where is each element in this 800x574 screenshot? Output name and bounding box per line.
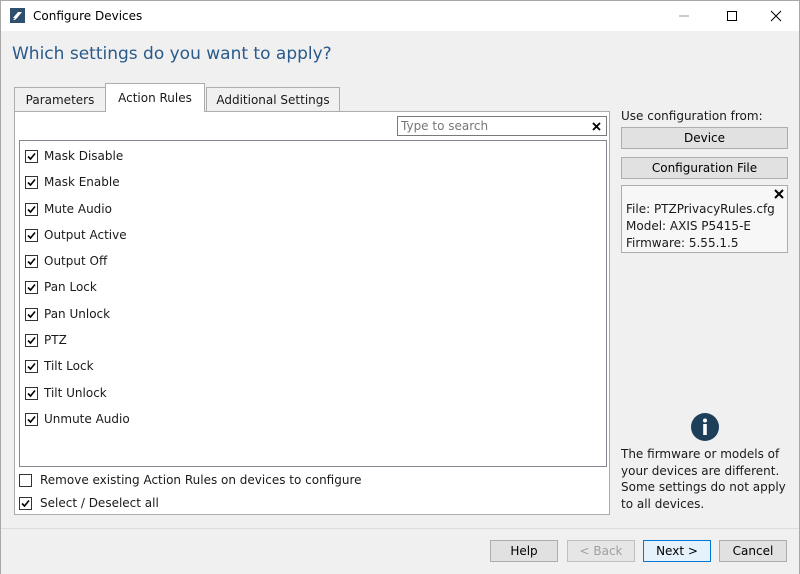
next-button[interactable]: Next > bbox=[643, 540, 711, 562]
list-item-label: Mute Audio bbox=[44, 202, 112, 216]
checkbox[interactable] bbox=[25, 254, 38, 268]
checkmark-icon bbox=[27, 205, 36, 213]
cancel-button[interactable]: Cancel bbox=[719, 540, 787, 562]
checkbox[interactable] bbox=[25, 228, 38, 242]
list-item-label: Mask Enable bbox=[44, 175, 120, 189]
checkmark-icon bbox=[21, 499, 30, 507]
checkbox[interactable] bbox=[25, 280, 38, 294]
list-item-label: Output Off bbox=[44, 254, 108, 268]
minimize-icon bbox=[679, 15, 689, 17]
checkmark-icon bbox=[27, 178, 36, 186]
minimize-button[interactable] bbox=[661, 1, 707, 31]
device-button-label: Device bbox=[683, 131, 726, 145]
checkmark-icon bbox=[27, 415, 36, 423]
list-item[interactable]: Tilt Lock bbox=[25, 356, 94, 376]
action-rules-list[interactable]: Mask Disable Mask Enable Mute Audio Outp… bbox=[19, 140, 607, 467]
checkmark-icon bbox=[27, 257, 36, 265]
cancel-button-label: Cancel bbox=[732, 544, 774, 558]
configuration-file-button[interactable]: Configuration File bbox=[621, 157, 788, 179]
list-item[interactable]: Output Off bbox=[25, 251, 107, 271]
model-name: Model: AXIS P5415-E bbox=[626, 219, 751, 233]
list-item[interactable]: Tilt Unlock bbox=[25, 383, 107, 403]
checkbox[interactable] bbox=[25, 202, 38, 216]
maximize-button[interactable] bbox=[709, 1, 755, 31]
list-item-label: Pan Unlock bbox=[44, 307, 111, 321]
action-rules-panel: Mask Disable Mask Enable Mute Audio Outp… bbox=[14, 111, 610, 515]
list-item[interactable]: Pan Unlock bbox=[25, 304, 110, 324]
list-item[interactable]: Mask Enable bbox=[25, 172, 120, 192]
list-item[interactable]: Pan Lock bbox=[25, 277, 97, 297]
maximize-icon bbox=[727, 11, 737, 21]
checkbox[interactable] bbox=[25, 333, 38, 347]
info-icon bbox=[691, 413, 719, 441]
use-config-label: Use configuration from: bbox=[621, 109, 763, 123]
select-all-label: Select / Deselect all bbox=[40, 496, 159, 510]
list-item-label: Output Active bbox=[44, 228, 127, 242]
list-item[interactable]: PTZ bbox=[25, 330, 67, 350]
checkbox[interactable] bbox=[25, 149, 38, 163]
tab-parameters[interactable]: Parameters bbox=[14, 87, 106, 111]
configure-devices-window: Configure Devices Which settings do you … bbox=[0, 0, 800, 574]
list-item-label: Tilt Unlock bbox=[44, 386, 107, 400]
checkbox[interactable] bbox=[25, 359, 38, 373]
close-icon[interactable] bbox=[773, 188, 785, 200]
list-item[interactable]: Unmute Audio bbox=[25, 409, 130, 429]
file-info-box: File: PTZPrivacyRules.cfg Model: AXIS P5… bbox=[621, 185, 788, 253]
help-button-label: Help bbox=[510, 544, 538, 558]
firmware-version: Firmware: 5.55.1.5 bbox=[626, 236, 739, 250]
tab-additional-settings[interactable]: Additional Settings bbox=[206, 87, 340, 111]
close-window-button[interactable] bbox=[753, 1, 799, 31]
next-button-label: Next > bbox=[656, 544, 698, 558]
remove-existing-checkbox[interactable] bbox=[19, 473, 32, 487]
firmware-warning-text: The firmware or models of your devices a… bbox=[621, 447, 786, 511]
checkmark-icon bbox=[27, 152, 36, 160]
list-item[interactable]: Output Active bbox=[25, 225, 127, 245]
file-name: File: PTZPrivacyRules.cfg bbox=[626, 202, 775, 216]
list-item-label: Mask Disable bbox=[44, 149, 124, 163]
search-clear-button[interactable] bbox=[589, 119, 603, 133]
select-all-checkbox[interactable] bbox=[19, 496, 32, 510]
list-item-label: PTZ bbox=[44, 333, 67, 347]
checkmark-icon bbox=[27, 389, 36, 397]
list-item[interactable]: Mask Disable bbox=[25, 146, 123, 166]
remove-existing-label: Remove existing Action Rules on devices … bbox=[40, 473, 362, 487]
close-icon bbox=[770, 10, 782, 22]
device-button[interactable]: Device bbox=[621, 127, 788, 149]
back-button[interactable]: < Back bbox=[567, 540, 635, 562]
help-button[interactable]: Help bbox=[490, 540, 558, 562]
checkbox[interactable] bbox=[25, 386, 38, 400]
back-button-label: < Back bbox=[579, 544, 623, 558]
configuration-file-button-label: Configuration File bbox=[651, 161, 758, 175]
close-icon bbox=[591, 121, 601, 131]
list-item[interactable]: Mute Audio bbox=[25, 199, 112, 219]
checkmark-icon bbox=[27, 231, 36, 239]
checkbox[interactable] bbox=[25, 412, 38, 426]
checkmark-icon bbox=[27, 362, 36, 370]
checkmark-icon bbox=[27, 310, 36, 318]
search-box bbox=[397, 116, 607, 136]
select-all-option[interactable]: Select / Deselect all bbox=[19, 494, 159, 512]
remove-existing-option[interactable]: Remove existing Action Rules on devices … bbox=[19, 471, 362, 489]
checkbox[interactable] bbox=[25, 175, 38, 189]
title-bar: Configure Devices bbox=[1, 1, 799, 31]
list-item-label: Tilt Lock bbox=[44, 359, 94, 373]
page-heading: Which settings do you want to apply? bbox=[12, 44, 332, 64]
window-title: Configure Devices bbox=[33, 9, 143, 23]
search-input[interactable] bbox=[401, 118, 581, 134]
list-item-label: Unmute Audio bbox=[44, 412, 130, 426]
app-logo-icon bbox=[10, 8, 25, 23]
checkmark-icon bbox=[27, 336, 36, 344]
tab-action-rules[interactable]: Action Rules bbox=[105, 83, 205, 112]
checkmark-icon bbox=[27, 283, 36, 291]
list-item-label: Pan Lock bbox=[44, 280, 97, 294]
checkbox[interactable] bbox=[25, 307, 38, 321]
